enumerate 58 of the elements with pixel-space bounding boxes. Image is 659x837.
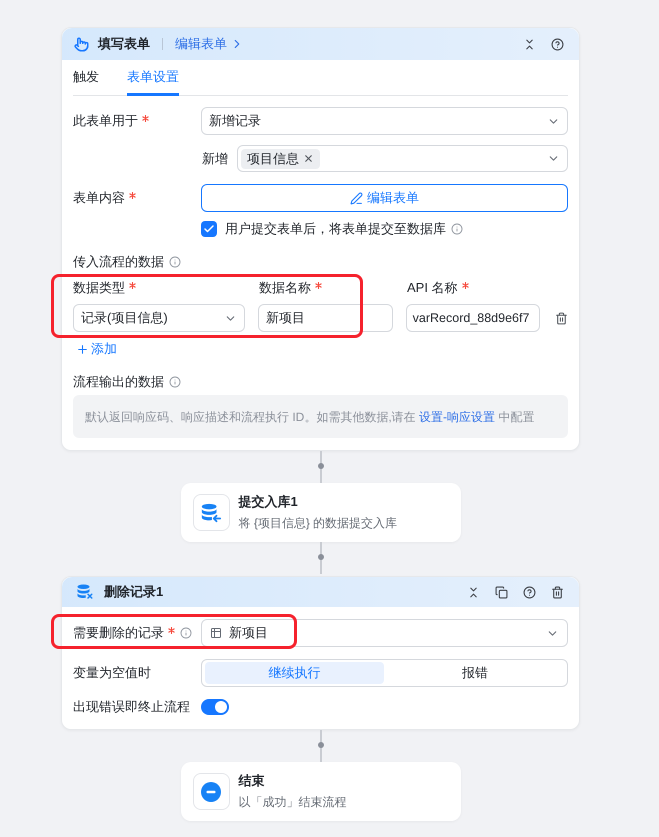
info-icon[interactable]: [169, 376, 181, 388]
segment-option[interactable]: 继续执行: [205, 662, 384, 684]
copy-icon[interactable]: [495, 586, 508, 598]
plus-icon: [76, 342, 89, 356]
input-field[interactable]: varRecord_88d9e6f7: [406, 304, 540, 332]
pencil-icon: [350, 192, 363, 204]
connector-line: [316, 542, 324, 574]
table-icon: [210, 627, 222, 639]
column-label: API 名称: [407, 279, 458, 298]
tag: 项目信息: [241, 148, 320, 168]
node-description: 以「成功」结束流程: [238, 794, 346, 810]
trash-icon[interactable]: [555, 312, 568, 324]
edit-form-button[interactable]: 编辑表单: [201, 184, 568, 212]
check-icon: [203, 223, 215, 235]
select-field[interactable]: 记录(项目信息): [73, 304, 246, 332]
section-title: 传入流程的数据: [73, 253, 164, 272]
field-label: 此表单用于: [73, 112, 138, 130]
add-button[interactable]: 添加: [73, 341, 117, 357]
tab[interactable]: 触发: [73, 60, 99, 96]
node-description: 将 {项目信息} 的数据提交入库: [238, 515, 398, 531]
field-label: 需要删除的记录: [73, 624, 164, 642]
info-icon[interactable]: [180, 627, 192, 639]
close-icon[interactable]: [303, 153, 314, 164]
help-icon[interactable]: [523, 586, 536, 598]
info-icon[interactable]: [451, 223, 463, 235]
output-note: 默认返回响应码、响应描述和流程执行 ID。如需其他数据,请在 设置-响应设置 中配置: [85, 408, 534, 426]
field-label: 新增: [201, 150, 228, 168]
segment-option[interactable]: 报错: [386, 662, 564, 684]
checkbox-label: 用户提交表单后，将表单提交至数据库: [225, 220, 446, 238]
edit-form-link[interactable]: 编辑表单: [175, 34, 244, 54]
field-label: 表单内容: [73, 189, 125, 208]
column-label: 数据名称: [259, 279, 311, 298]
trash-icon[interactable]: [551, 586, 564, 598]
help-icon[interactable]: [551, 38, 564, 50]
database-icon: [76, 583, 94, 601]
card-title: 填写表单: [98, 35, 150, 54]
toggle-switch[interactable]: [201, 699, 229, 715]
field-label: 变量为空值时: [73, 664, 151, 682]
section-title: 流程输出的数据: [73, 373, 164, 392]
response-settings-link[interactable]: 设置-响应设置: [419, 410, 496, 424]
connector-line: [316, 451, 324, 483]
database-icon: [192, 494, 230, 531]
select-field[interactable]: 新项目: [201, 619, 568, 647]
multi-select-field[interactable]: 项目信息: [237, 145, 568, 172]
flow-node-card[interactable]: 提交入库1 将 {项目信息} 的数据提交入库: [180, 483, 460, 542]
checkbox[interactable]: [201, 221, 217, 237]
input-field[interactable]: 新项目: [258, 304, 393, 332]
flow-node-card[interactable]: 结束 以「成功」结束流程: [180, 762, 460, 821]
node-title: 提交入库1: [238, 494, 299, 510]
connector-line: [316, 730, 324, 762]
card-title: 删除记录1: [104, 583, 164, 602]
field-label: 出现错误即终止流程: [73, 698, 190, 716]
column-label: 数据类型: [73, 279, 125, 298]
node-title: 结束: [238, 773, 266, 789]
info-icon[interactable]: [169, 256, 181, 268]
pointer-icon: [74, 36, 89, 52]
tab[interactable]: 表单设置: [127, 60, 179, 96]
select-field[interactable]: 新增记录: [201, 107, 568, 135]
